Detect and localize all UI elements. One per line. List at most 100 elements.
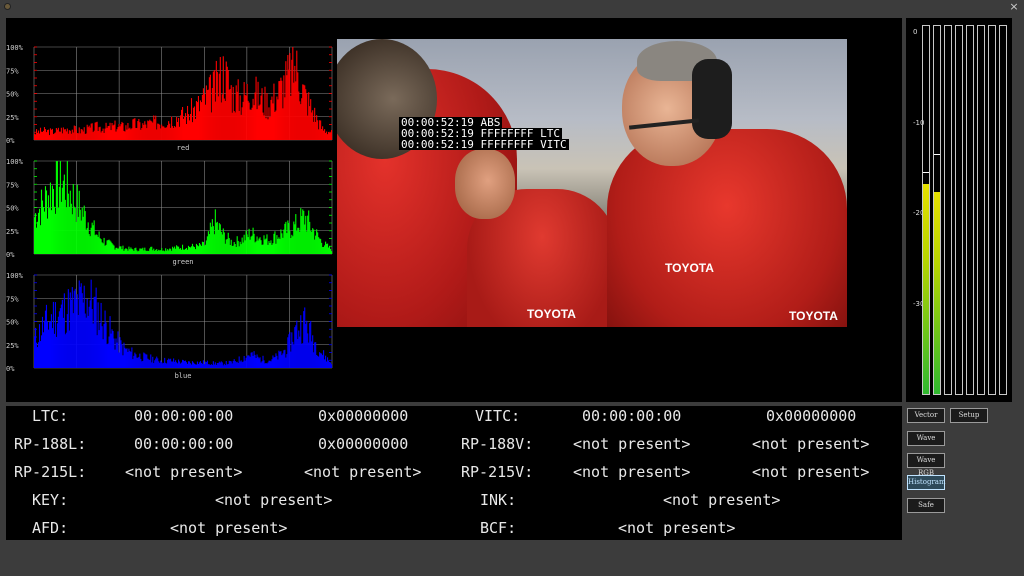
key-value: <not present>	[215, 491, 333, 509]
histogram-bar	[194, 249, 197, 254]
histogram-bar	[165, 362, 167, 368]
histogram-bar	[269, 117, 271, 140]
safe-button[interactable]: Safe	[907, 498, 945, 513]
histogram-bar	[324, 245, 326, 254]
histogram-bar	[107, 343, 109, 368]
histogram-bar	[66, 128, 68, 140]
histogram-bar	[48, 208, 50, 254]
vector-button[interactable]: Vector	[907, 408, 945, 423]
wave-rgb-button[interactable]: Wave RGB	[907, 453, 945, 477]
histogram-bar	[92, 225, 94, 254]
key-label: KEY:	[32, 491, 69, 509]
histogram-bar	[285, 221, 287, 254]
histogram-bar	[34, 217, 36, 254]
histogram-bar	[120, 246, 122, 254]
histogram-bar	[94, 235, 96, 254]
histogram-bar	[189, 247, 192, 254]
histogram-bar	[327, 357, 329, 368]
vitc-hex: 0x00000000	[766, 407, 857, 425]
histogram-bar	[39, 127, 42, 140]
app-icon	[4, 3, 11, 10]
histogram-bar	[273, 357, 275, 368]
histogram-bar	[121, 249, 123, 254]
histogram-bar	[112, 244, 114, 254]
histogram-bar	[96, 335, 98, 368]
meter-channel-6	[977, 25, 985, 395]
histogram-bar	[139, 122, 141, 140]
histogram-bar	[51, 128, 53, 140]
histogram-bar	[325, 132, 327, 140]
title-bar: ×	[0, 0, 1024, 14]
histogram-bar	[117, 127, 119, 140]
histogram-bar	[89, 127, 91, 140]
meter-level-fill	[923, 184, 929, 394]
histogram-caption: blue	[175, 372, 192, 380]
histogram-bar	[63, 293, 65, 368]
histogram-bar	[250, 109, 252, 140]
histogram-ylabel: 75%	[6, 67, 19, 75]
histogram-bar	[141, 128, 143, 140]
histogram-bar	[36, 132, 39, 140]
histogram-bar	[296, 50, 298, 140]
histogram-bar	[116, 342, 118, 368]
histogram-bar	[215, 364, 217, 368]
histogram-bar	[297, 227, 299, 254]
histogram-bar	[262, 112, 264, 140]
histogram-bar	[123, 342, 125, 368]
histogram-bar	[252, 355, 254, 368]
histogram-bar	[116, 129, 118, 140]
histogram-bar	[53, 206, 55, 254]
histogram-bar	[170, 127, 172, 140]
histogram-bar	[127, 351, 129, 368]
histogram-bar	[62, 317, 64, 368]
histogram-bar	[238, 110, 240, 140]
histogram-bar	[249, 356, 251, 368]
histogram-bar	[95, 234, 97, 254]
histogram-bar	[119, 337, 121, 368]
histogram-button[interactable]: Histogram	[907, 475, 946, 490]
histogram-bar	[256, 236, 258, 254]
histogram-ylabel: 0%	[6, 365, 15, 373]
histogram-bar	[93, 130, 95, 140]
histogram-caption: red	[177, 144, 190, 152]
histogram-bar	[323, 246, 325, 254]
histogram-bar	[326, 131, 328, 140]
vitc-label: VITC:	[475, 407, 521, 425]
histogram-bar	[245, 357, 247, 368]
setup-button[interactable]: Setup	[950, 408, 988, 423]
wave-button[interactable]: Wave	[907, 431, 945, 446]
histogram-bar	[160, 128, 162, 140]
histogram-bar	[209, 222, 211, 254]
histogram-bar	[181, 249, 183, 254]
histogram-bar	[195, 364, 198, 368]
histogram-bar	[103, 132, 105, 140]
histogram-bar	[324, 129, 326, 140]
histogram-bar	[38, 133, 41, 140]
histogram-bar	[216, 221, 218, 254]
histogram-bar	[252, 227, 254, 254]
histogram-bar	[266, 234, 268, 254]
histogram-bar	[160, 250, 162, 254]
histogram-bar	[240, 360, 242, 368]
histogram-bar	[238, 356, 240, 368]
histogram-bar	[85, 317, 87, 368]
histogram-bar	[257, 81, 259, 140]
histogram-bar	[285, 61, 287, 140]
histogram-bar	[109, 316, 111, 368]
histogram-bar	[212, 71, 214, 140]
histogram-bar	[90, 279, 92, 368]
histogram-bar	[106, 127, 108, 140]
histogram-bar	[280, 77, 282, 140]
histogram-bar	[122, 245, 124, 254]
close-button[interactable]: ×	[1008, 0, 1020, 14]
histogram-bar	[206, 360, 208, 368]
histogram-bar	[42, 207, 45, 254]
histogram-bar	[262, 355, 264, 368]
histogram-bar	[147, 120, 149, 140]
histogram-bar	[265, 238, 267, 254]
histogram-bar	[90, 227, 92, 254]
histogram-bar	[272, 355, 274, 368]
histogram-bar	[66, 314, 68, 368]
histogram-bar	[52, 188, 54, 254]
histogram-bar	[138, 356, 140, 368]
